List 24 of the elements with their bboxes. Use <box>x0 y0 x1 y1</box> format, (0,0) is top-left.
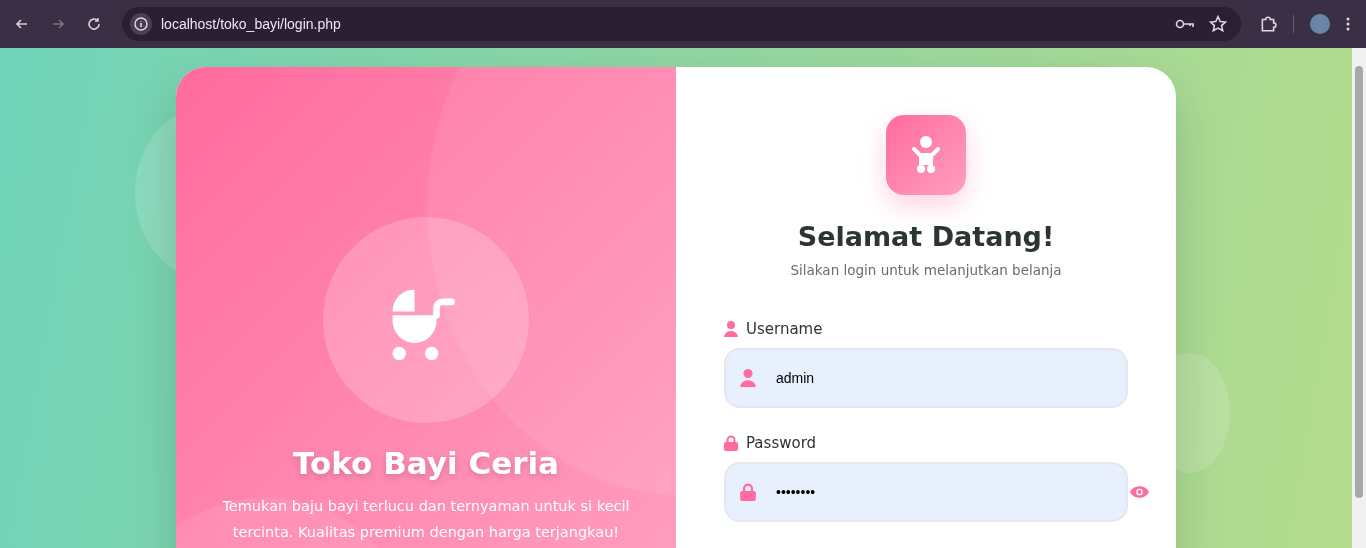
baby-icon <box>910 135 942 175</box>
welcome-subtitle: Silakan login untuk melanjutkan belanja <box>790 262 1062 278</box>
person-icon <box>740 369 756 387</box>
key-icon[interactable] <box>1175 18 1195 30</box>
scrollbar-thumb[interactable] <box>1355 66 1363 498</box>
lock-icon <box>740 483 756 501</box>
welcome-title: Selamat Datang! <box>797 221 1055 252</box>
info-icon[interactable] <box>130 13 152 35</box>
lock-icon <box>724 435 738 451</box>
url-text: localhost/toko_bayi/login.php <box>161 16 342 32</box>
profile-avatar[interactable] <box>1310 14 1330 34</box>
address-bar[interactable]: localhost/toko_bayi/login.php <box>122 7 1241 41</box>
menu-icon[interactable] <box>1346 16 1350 32</box>
password-field[interactable]: •••••••• <box>724 462 1128 522</box>
eye-icon[interactable] <box>1129 485 1150 499</box>
person-icon <box>724 321 738 337</box>
star-icon[interactable] <box>1209 15 1227 33</box>
field-label: Username <box>746 320 823 338</box>
puzzle-icon[interactable] <box>1259 15 1277 33</box>
shop-title: Toko Bayi Ceria <box>293 445 559 481</box>
shop-description: Temukan baju bayi terlucu dan ternyaman untuk si kecil tercinta. Kualitas premium dengan harga terjangkau! <box>221 497 631 542</box>
username-field[interactable]: admin <box>724 348 1128 408</box>
field-label: Password <box>746 434 817 452</box>
reload-icon[interactable] <box>86 16 102 32</box>
